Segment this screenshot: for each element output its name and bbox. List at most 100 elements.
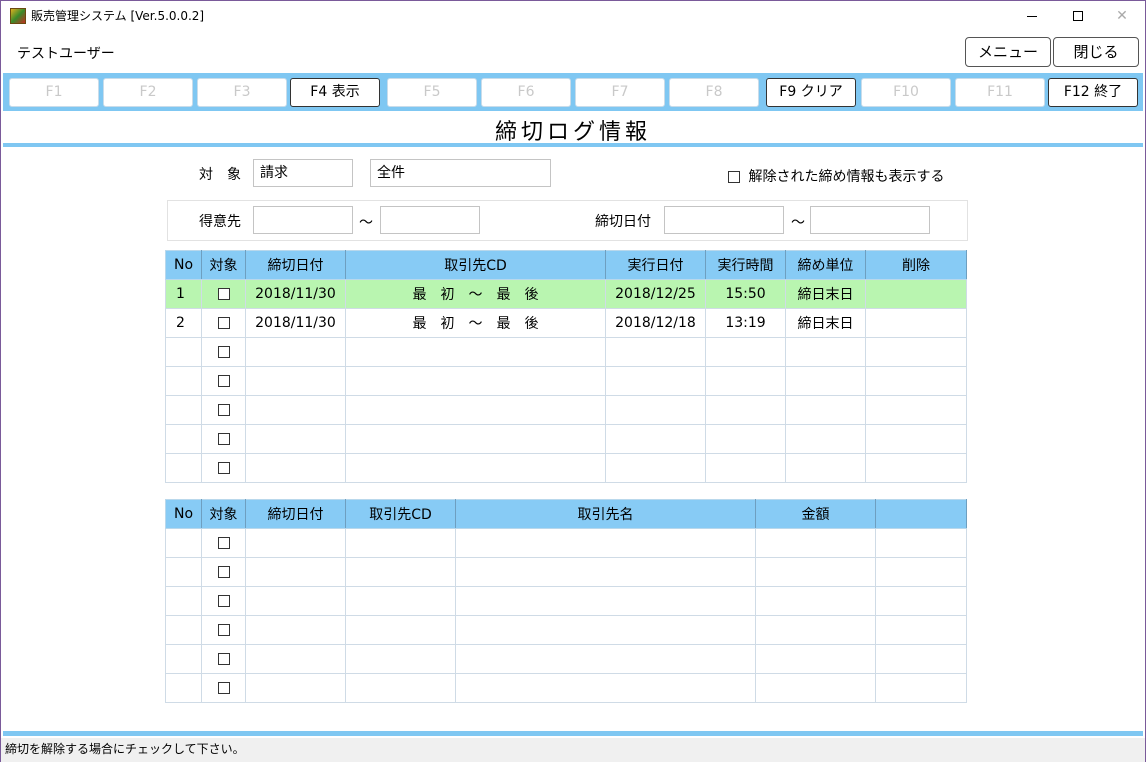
row-exec-date [605, 337, 706, 367]
f11-button[interactable]: F11 [955, 78, 1045, 107]
row-target-cell [201, 453, 246, 483]
row-extra [875, 673, 967, 703]
row-target-checkbox[interactable] [217, 462, 230, 474]
row-target-cell [201, 644, 246, 674]
row-partner-cd [345, 673, 456, 703]
table-row[interactable] [165, 586, 967, 616]
column-header-cutoff-date: 締切日付 [245, 499, 346, 529]
row-target-checkbox[interactable] [217, 682, 230, 694]
title-bar: 販売管理システム [Ver.5.0.0.2] ✕ [1, 1, 1145, 31]
scope-select[interactable]: 全件 [370, 159, 551, 187]
f3-button[interactable]: F3 [197, 78, 287, 107]
table-row[interactable] [165, 453, 967, 483]
close-button[interactable]: 閉じる [1053, 37, 1139, 67]
row-cutoff-unit [785, 366, 866, 396]
row-partner-name [455, 528, 756, 558]
table-row[interactable] [165, 366, 967, 396]
row-cutoff-date [245, 395, 346, 425]
row-target-checkbox[interactable] [217, 317, 230, 329]
f7-button[interactable]: F7 [575, 78, 665, 107]
table-row[interactable] [165, 615, 967, 645]
row-target-checkbox[interactable] [217, 537, 230, 549]
table-row[interactable] [165, 424, 967, 454]
column-header-delete: 削除 [865, 250, 967, 280]
f4-display-button[interactable]: F4 表示 [290, 78, 380, 107]
row-exec-time [705, 424, 786, 454]
row-cutoff-date [245, 453, 346, 483]
f9-clear-button[interactable]: F9 クリア [766, 78, 856, 107]
table-row[interactable] [165, 337, 967, 367]
row-cutoff-date [245, 615, 346, 645]
show-released-option[interactable]: 解除された締め情報も表示する [728, 166, 944, 186]
row-cutoff-date [245, 586, 346, 616]
row-target-cell [201, 557, 246, 587]
maximize-button[interactable] [1055, 1, 1101, 31]
table-row[interactable] [165, 644, 967, 674]
row-target-checkbox[interactable] [217, 653, 230, 665]
app-window: 販売管理システム [Ver.5.0.0.2] ✕ テストユーザー メニュー 閉じ… [0, 0, 1146, 762]
row-partner-range [345, 366, 606, 396]
row-cutoff-unit [785, 395, 866, 425]
f5-button[interactable]: F5 [387, 78, 477, 107]
table-row[interactable] [165, 528, 967, 558]
table-row[interactable]: 1 2018/11/30 最 初 ～ 最 後 2018/12/25 15:50 … [165, 279, 967, 309]
row-target-checkbox[interactable] [217, 595, 230, 607]
column-header-partner-cd: 取引先CD [345, 499, 456, 529]
row-no [165, 366, 202, 396]
minimize-button[interactable] [1009, 1, 1055, 31]
row-target-checkbox[interactable] [217, 375, 230, 387]
f8-button[interactable]: F8 [669, 78, 759, 107]
menu-button[interactable]: メニュー [965, 37, 1051, 67]
row-exec-date [605, 366, 706, 396]
row-amount [755, 557, 876, 587]
row-amount [755, 644, 876, 674]
row-target-checkbox[interactable] [217, 624, 230, 636]
row-extra [875, 644, 967, 674]
f1-button[interactable]: F1 [9, 78, 99, 107]
row-partner-name [455, 673, 756, 703]
customer-from-input[interactable] [253, 206, 353, 234]
cutoff-from-input[interactable] [664, 206, 784, 234]
target-label: 対 象 [199, 167, 241, 183]
f12-exit-button[interactable]: F12 終了 [1048, 78, 1138, 107]
row-cutoff-unit [785, 424, 866, 454]
target-select[interactable]: 請求 [253, 159, 353, 187]
row-delete [865, 279, 967, 309]
table-row[interactable] [165, 673, 967, 703]
row-exec-time [705, 395, 786, 425]
row-partner-cd [345, 586, 456, 616]
row-target-cell [201, 337, 246, 367]
row-partner-cd [345, 615, 456, 645]
column-header-cutoff-unit: 締め単位 [785, 250, 866, 280]
row-cutoff-date [245, 337, 346, 367]
row-target-checkbox[interactable] [217, 288, 230, 300]
row-partner-name [455, 586, 756, 616]
app-icon [10, 8, 26, 24]
row-partner-range [345, 424, 606, 454]
row-cutoff-date [245, 557, 346, 587]
column-header-exec-date: 実行日付 [605, 250, 706, 280]
row-partner-range [345, 453, 606, 483]
row-cutoff-date [245, 424, 346, 454]
row-delete [865, 366, 967, 396]
f10-button[interactable]: F10 [861, 78, 951, 107]
row-target-checkbox[interactable] [217, 404, 230, 416]
table-row[interactable]: 2 2018/11/30 最 初 ～ 最 後 2018/12/18 13:19 … [165, 308, 967, 338]
table-row[interactable] [165, 395, 967, 425]
row-target-checkbox[interactable] [217, 566, 230, 578]
row-target-checkbox[interactable] [217, 433, 230, 445]
row-exec-time: 13:19 [705, 308, 786, 338]
row-no [165, 453, 202, 483]
close-window-button[interactable]: ✕ [1099, 1, 1145, 31]
column-header-partner-name: 取引先名 [455, 499, 756, 529]
table-row[interactable] [165, 557, 967, 587]
show-released-checkbox[interactable] [728, 171, 740, 183]
f6-button[interactable]: F6 [481, 78, 571, 107]
f2-button[interactable]: F2 [103, 78, 193, 107]
row-target-checkbox[interactable] [217, 346, 230, 358]
cutoff-to-input[interactable] [810, 206, 930, 234]
row-amount [755, 586, 876, 616]
user-name: テストユーザー [17, 46, 115, 62]
row-target-cell [201, 528, 246, 558]
customer-to-input[interactable] [380, 206, 480, 234]
